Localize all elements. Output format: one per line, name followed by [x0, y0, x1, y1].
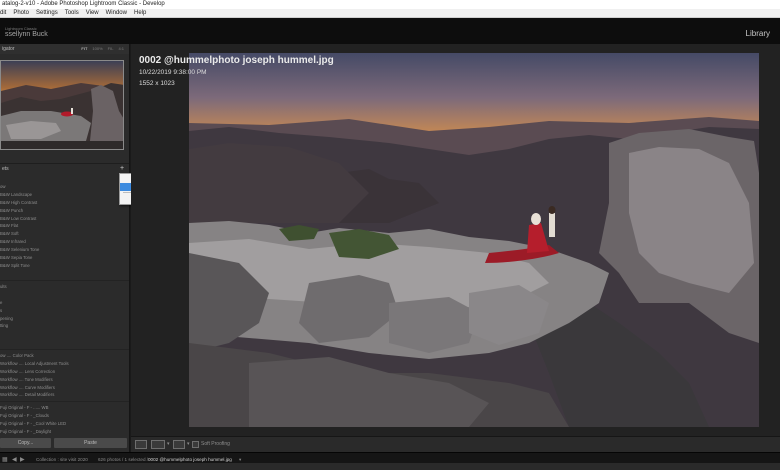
preset-item[interactable]: B&W Low Contrast — [0, 215, 129, 223]
preset-item[interactable] — [0, 291, 129, 299]
preset-group-bw: ow B&W Landscape B&W High Contrast B&W P… — [0, 183, 129, 270]
filmstrip-thumbnails[interactable] — [0, 463, 780, 470]
preset-item[interactable]: B&W Landscape — [0, 191, 129, 199]
navigator-title: igator — [2, 46, 15, 52]
zoom-100[interactable]: 100% — [92, 44, 102, 54]
identity-name: ssellynn Buck — [5, 31, 48, 38]
preset-item[interactable]: B&W Infrared — [0, 238, 129, 246]
preset-item[interactable]: pening — [0, 315, 129, 323]
preset-item[interactable]: B&W Split Tone — [0, 262, 129, 270]
preset-item[interactable]: ults — [0, 283, 129, 291]
presets-divider — [0, 401, 129, 402]
preset-item[interactable]: B&W Sepia Tone — [0, 254, 129, 262]
navigator-zoom-options: FIT 100% FIL 4:1 — [81, 44, 124, 54]
window-title-bar: atalog-2-v10 - Adobe Photoshop Lightroom… — [0, 0, 780, 9]
preset-item[interactable]: Fuji Original - F - _Daylight — [0, 428, 129, 436]
identity-plate: Lightroom Classic ssellynn Buck Library — [0, 18, 780, 44]
preset-item[interactable]: Fuji Original - F - _Cool White LED — [0, 420, 129, 428]
presets-header[interactable]: ets + — [0, 163, 129, 173]
copy-button[interactable]: Copy... — [0, 438, 51, 448]
preset-item[interactable]: B&W Flat — [0, 222, 129, 230]
module-library[interactable]: Library — [746, 29, 770, 38]
preset-group-defaults: ults e s pening tting — [0, 283, 129, 330]
preset-item[interactable]: s — [0, 307, 129, 315]
navigator-header[interactable]: igator FIT 100% FIL 4:1 — [0, 44, 129, 54]
preset-item[interactable]: tting — [0, 322, 129, 330]
soft-proofing-checkbox[interactable] — [192, 441, 199, 448]
photo-dimensions-overlay: 1552 x 1023 — [139, 80, 175, 87]
chevron-down-icon[interactable]: ▾ — [167, 440, 170, 449]
soft-proofing-label: Soft Proofing — [201, 441, 230, 447]
preset-item[interactable]: Fuji Original - F - ...... WB — [0, 404, 129, 412]
preset-item[interactable]: Fuji Original - F - _Clouds — [0, 412, 129, 420]
preset-item[interactable]: ow — [0, 183, 129, 191]
paste-button[interactable]: Paste — [54, 438, 127, 448]
preset-item[interactable]: Workflow .... Local Adjustment Tools — [0, 360, 129, 368]
menu-settings[interactable]: Settings — [36, 9, 58, 17]
preset-item[interactable]: B&W High Contrast — [0, 199, 129, 207]
photo-filename-overlay: 0002 @hummelphoto joseph hummel.jpg — [139, 55, 334, 66]
develop-toolbar: ▾ ▾ Soft Proofing — [131, 436, 780, 452]
compare-icon[interactable] — [173, 440, 185, 449]
chevron-down-icon[interactable]: ▾ — [187, 440, 190, 449]
preset-item[interactable]: B&W Selenium Tone — [0, 246, 129, 254]
presets-divider — [0, 280, 129, 281]
loupe-view-icon[interactable] — [135, 440, 147, 449]
photo-datetime-overlay: 10/22/2019 9:38:00 PM — [139, 69, 207, 76]
zoom-4-1[interactable]: 4:1 — [118, 44, 124, 54]
menu-window[interactable]: Window — [106, 9, 127, 17]
menu-edit[interactable]: dit — [0, 9, 6, 17]
menu-tools[interactable]: Tools — [65, 9, 79, 17]
menu-photo[interactable]: Photo — [13, 9, 29, 17]
navigator-thumbnail[interactable] — [0, 60, 124, 150]
preset-group-fuji: Fuji Original - F - ...... WB Fuji Origi… — [0, 404, 129, 436]
navigator-preview-image — [1, 61, 123, 149]
preset-item[interactable]: e — [0, 299, 129, 307]
preset-item[interactable]: Workflow .... Tone Modifiers — [0, 376, 129, 384]
menu-bar: dit Photo Settings Tools View Window Hel… — [0, 9, 780, 18]
preset-item[interactable]: B&W Punch — [0, 207, 129, 215]
zoom-fill[interactable]: FIL — [108, 44, 114, 54]
main-photo[interactable] — [189, 53, 759, 427]
preset-item[interactable]: B&W Soft — [0, 230, 129, 238]
left-panel: igator FIT 100% FIL 4:1 ets + ow B&W Lan… — [0, 44, 130, 452]
zoom-fit[interactable]: FIT — [81, 44, 87, 54]
preset-group-workflow: ow .... Color Pack Workflow .... Local A… — [0, 352, 129, 399]
preset-item[interactable]: Workflow .... Lens Correction — [0, 368, 129, 376]
preset-item[interactable]: ow .... Color Pack — [0, 352, 129, 360]
presets-divider — [0, 349, 129, 350]
menu-help[interactable]: Help — [134, 9, 146, 17]
preset-item[interactable]: Workflow .... Detail Modifiers — [0, 391, 129, 399]
preset-item[interactable]: Workflow .... Curve Modifiers — [0, 384, 129, 392]
window-title: atalog-2-v10 - Adobe Photoshop Lightroom… — [2, 1, 165, 7]
menu-view[interactable]: View — [86, 9, 99, 17]
before-after-icon[interactable] — [151, 440, 165, 449]
presets-title: ets — [2, 166, 9, 172]
photo-image — [189, 53, 759, 427]
